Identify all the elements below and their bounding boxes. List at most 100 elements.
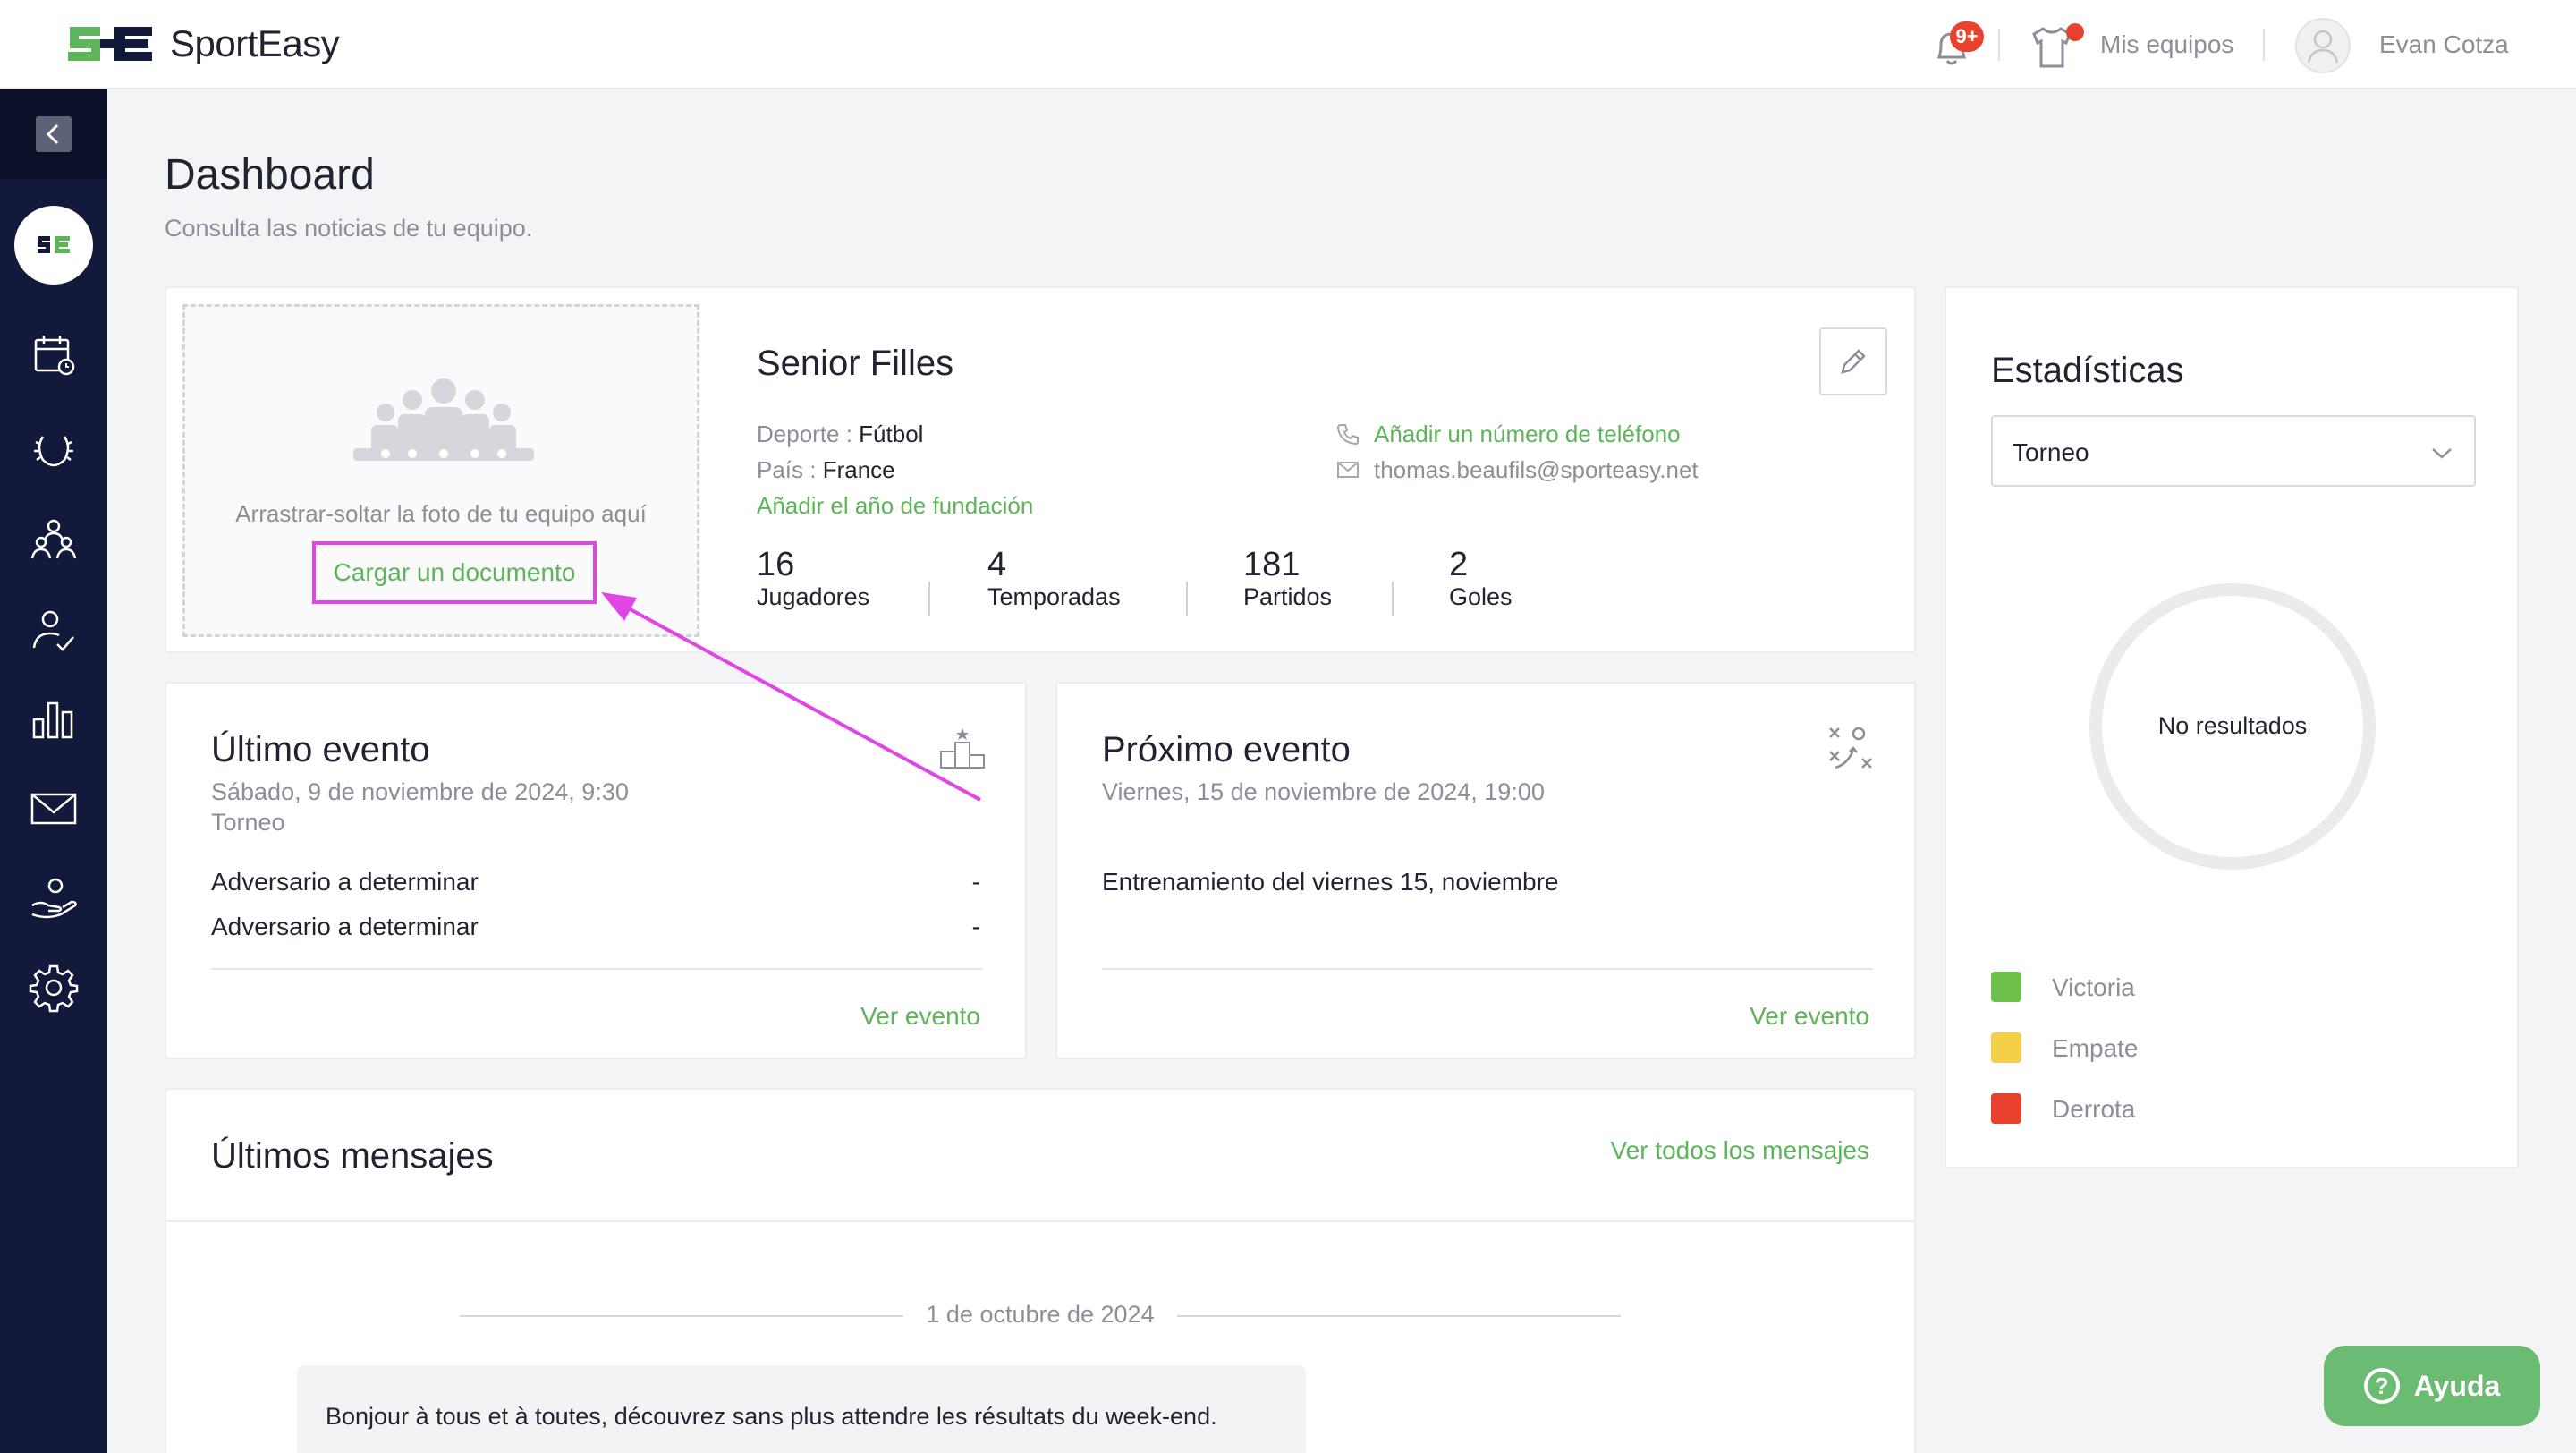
- collapse-sidebar-button[interactable]: [36, 116, 72, 152]
- country-value: France: [822, 456, 895, 483]
- page-subtitle: Consulta las noticias de tu equipo.: [165, 215, 533, 242]
- sport-value: Fútbol: [859, 421, 924, 447]
- players-count: 16: [757, 546, 795, 583]
- avatar[interactable]: [2295, 18, 2351, 73]
- legend-swatch-draw: [1991, 1032, 2021, 1063]
- legend-swatch-loss: [1991, 1093, 2021, 1124]
- user-name[interactable]: Evan Cotza: [2379, 30, 2509, 59]
- messages-card: Últimos mensajes Ver todos los mensajes …: [165, 1088, 1916, 1453]
- team-email: thomas.beaufils@sporteasy.net: [1374, 456, 1699, 483]
- team-placeholder-icon: [353, 378, 534, 461]
- legend-label-draw: Empate: [2052, 1034, 2139, 1062]
- matches-label: Partidos: [1243, 583, 1333, 610]
- edit-team-button[interactable]: [1819, 327, 1887, 395]
- message-bubble[interactable]: Bonjour à tous et à toutes, découvrez sa…: [297, 1365, 1306, 1453]
- stat-divider: [1392, 582, 1394, 616]
- last-event-title: Último evento: [211, 730, 430, 769]
- sporteasy-logo-icon: [68, 27, 152, 61]
- country-label: País :: [757, 456, 823, 483]
- goals-label: Goles: [1449, 583, 1513, 610]
- teams-alert-dot: [2066, 23, 2084, 41]
- legend-label-loss: Derrota: [2052, 1095, 2136, 1123]
- message-date: 1 de octubre de 2024: [926, 1301, 1155, 1328]
- competition-select-value: Torneo: [2012, 438, 2089, 466]
- sport-label: Deporte :: [757, 421, 860, 447]
- date-rule: [1177, 1315, 1621, 1317]
- question-icon: ?: [2363, 1368, 2400, 1404]
- add-phone-link[interactable]: Añadir un número de teléfono: [1374, 421, 1681, 448]
- message-preview: Bonjour à tous et à toutes, découvrez sa…: [326, 1403, 1217, 1430]
- last-event-type: Torneo: [211, 809, 285, 836]
- hand-heart-icon[interactable]: [29, 873, 79, 923]
- calendar-icon[interactable]: [29, 329, 79, 379]
- opponent-row-1: Adversario a determinar: [211, 868, 479, 896]
- opponent-row-2: Adversario a determinar: [211, 913, 479, 940]
- statistics-title: Estadísticas: [1991, 351, 2184, 390]
- chevron-left-icon: [46, 123, 59, 145]
- stat-divider: [928, 582, 930, 616]
- gear-icon[interactable]: [29, 963, 79, 1013]
- country-info: País : France: [757, 456, 895, 484]
- last-event-card: Último evento Sábado, 9 de noviembre de …: [165, 682, 1027, 1059]
- goals-count: 2: [1449, 546, 1469, 583]
- page-title: Dashboard: [165, 151, 375, 199]
- next-event-date: Viernes, 15 de noviembre de 2024, 19:00: [1102, 778, 1545, 805]
- last-event-date: Sábado, 9 de noviembre de 2024, 9:30: [211, 778, 629, 805]
- phone-icon: [1336, 424, 1359, 446]
- bar-chart-icon[interactable]: [29, 694, 79, 744]
- next-event-description: Entrenamiento del viernes 15, noviembre: [1102, 868, 1559, 896]
- statistics-card: Estadísticas Torneo No resultados Victor…: [1945, 286, 2519, 1168]
- score-2: -: [971, 913, 980, 940]
- add-founding-year-link[interactable]: Añadir el año de fundación: [757, 492, 1033, 520]
- pencil-icon: [1841, 349, 1866, 374]
- top-bar: SportEasy 9+ Mis equipos Evan Cotza: [0, 0, 2576, 89]
- view-next-event-link[interactable]: Ver evento: [1750, 1002, 1869, 1031]
- event-divider: [211, 968, 982, 970]
- view-all-messages-link[interactable]: Ver todos los mensajes: [1611, 1136, 1870, 1165]
- next-event-title: Próximo evento: [1102, 730, 1351, 769]
- mail-icon[interactable]: [29, 784, 79, 834]
- notification-badge: 9+: [1950, 21, 1984, 52]
- help-button[interactable]: ? Ayuda: [2324, 1346, 2540, 1426]
- brand-logo[interactable]: SportEasy: [64, 21, 340, 66]
- next-event-card: Próximo evento Viernes, 15 de noviembre …: [1055, 682, 1916, 1059]
- seasons-count: 4: [987, 546, 1007, 583]
- competition-select[interactable]: Torneo: [1991, 415, 2476, 487]
- team-logo[interactable]: [14, 206, 93, 285]
- podium-icon: [940, 728, 985, 769]
- upload-highlight: Cargar un documento: [312, 541, 597, 604]
- team-name: Senior Filles: [757, 344, 954, 383]
- upload-document-link[interactable]: Cargar un documento: [334, 558, 576, 587]
- team-photo-dropzone[interactable]: Arrastrar-soltar la foto de tu equipo aq…: [182, 304, 699, 637]
- chevron-down-icon: [2432, 448, 2452, 459]
- matches-count: 181: [1243, 546, 1301, 583]
- seasons-label: Temporadas: [987, 583, 1121, 610]
- event-divider: [1102, 968, 1873, 970]
- sidebar-collapse-area: [0, 89, 107, 179]
- no-results-text: No resultados: [2157, 712, 2308, 739]
- date-rule: [460, 1315, 903, 1317]
- sidebar: [0, 89, 107, 1453]
- view-last-event-link[interactable]: Ver evento: [860, 1002, 980, 1031]
- my-teams-link[interactable]: Mis equipos: [2100, 30, 2233, 59]
- team-logo-icon: [38, 236, 70, 253]
- header-divider: [1998, 29, 2000, 61]
- tactics-icon: [1829, 726, 1872, 769]
- header-divider: [2263, 29, 2265, 61]
- legend-swatch-win: [1991, 972, 2021, 1002]
- team-card: Arrastrar-soltar la foto de tu equipo aq…: [165, 286, 1916, 653]
- laurel-icon[interactable]: [29, 424, 79, 474]
- messages-divider: [166, 1220, 1914, 1222]
- players-label: Jugadores: [757, 583, 870, 610]
- user-check-icon[interactable]: [29, 605, 79, 655]
- user-silhouette-icon: [2307, 30, 2339, 64]
- stat-divider: [1186, 582, 1188, 616]
- messages-title: Últimos mensajes: [211, 1136, 494, 1176]
- sport-info: Deporte : Fútbol: [757, 421, 923, 448]
- brand-name: SportEasy: [170, 22, 340, 64]
- envelope-icon: [1337, 462, 1359, 478]
- score-1: -: [971, 868, 980, 896]
- dropzone-instruction: Arrastrar-soltar la foto de tu equipo aq…: [235, 500, 647, 527]
- legend-label-win: Victoria: [2052, 973, 2135, 1001]
- team-members-icon[interactable]: [29, 514, 79, 564]
